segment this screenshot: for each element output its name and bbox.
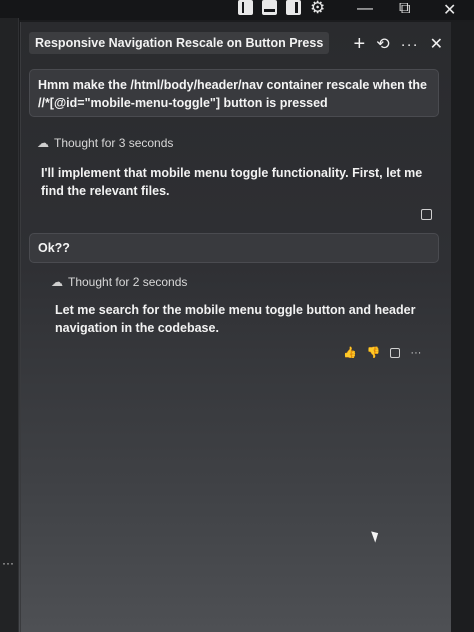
user-message[interactable]: Ok?? bbox=[29, 233, 439, 263]
thought-indicator[interactable]: ☁ Thought for 2 seconds bbox=[51, 275, 187, 289]
thumbs-down-icon[interactable]: 👎 bbox=[367, 346, 381, 359]
maximize-button[interactable]: ⧉ bbox=[399, 0, 410, 18]
more-icon[interactable]: ··· bbox=[410, 347, 421, 359]
new-chat-button[interactable]: + bbox=[354, 34, 366, 54]
brain-icon: ☁ bbox=[51, 275, 63, 289]
history-icon[interactable]: ⟲ bbox=[376, 34, 389, 54]
title-bar: ⚙ — ⧉ ✕ bbox=[0, 0, 474, 20]
thought-label: Thought for 2 seconds bbox=[68, 275, 188, 289]
activity-bar-right bbox=[451, 22, 474, 632]
toggle-secondary-sidebar-icon[interactable] bbox=[286, 0, 301, 15]
more-options-button[interactable]: ··· bbox=[401, 36, 419, 53]
close-chat-button[interactable]: ✕ bbox=[430, 34, 443, 54]
more-icon[interactable]: ··· bbox=[2, 556, 14, 570]
chat-header-actions: + ⟲ ··· ✕ bbox=[354, 34, 444, 54]
toggle-primary-sidebar-icon[interactable] bbox=[238, 0, 253, 15]
close-window-button[interactable]: ✕ bbox=[443, 0, 456, 20]
toggle-panel-icon[interactable] bbox=[262, 0, 277, 15]
chat-header: Responsive Navigation Rescale on Button … bbox=[27, 32, 447, 58]
gear-icon[interactable]: ⚙ bbox=[310, 0, 325, 16]
thumbs-up-icon[interactable]: 👍 bbox=[343, 346, 357, 359]
chat-panel: Responsive Navigation Rescale on Button … bbox=[20, 22, 451, 632]
feedback-row: 👍 👎 ··· bbox=[343, 346, 421, 360]
assistant-message: Let me search for the mobile menu toggle… bbox=[55, 303, 416, 335]
minimize-button[interactable]: — bbox=[357, 0, 373, 18]
user-message[interactable]: Hmm make the /html/body/header/nav conta… bbox=[29, 69, 439, 117]
assistant-message: I'll implement that mobile menu toggle f… bbox=[41, 166, 423, 198]
editor-area bbox=[0, 18, 19, 632]
mouse-cursor-icon bbox=[371, 529, 381, 543]
chat-title[interactable]: Responsive Navigation Rescale on Button … bbox=[29, 32, 330, 54]
layout-toggles: ⚙ bbox=[238, 0, 325, 16]
copy-icon[interactable] bbox=[421, 209, 432, 220]
brain-icon: ☁ bbox=[37, 136, 49, 150]
thought-label: Thought for 3 seconds bbox=[54, 136, 174, 150]
copy-icon[interactable] bbox=[390, 347, 401, 358]
screen: ⚙ — ⧉ ✕ ··· ⌃ ✕ Responsive Navigation Re… bbox=[0, 0, 474, 632]
thought-indicator[interactable]: ☁ Thought for 3 seconds bbox=[37, 136, 173, 150]
